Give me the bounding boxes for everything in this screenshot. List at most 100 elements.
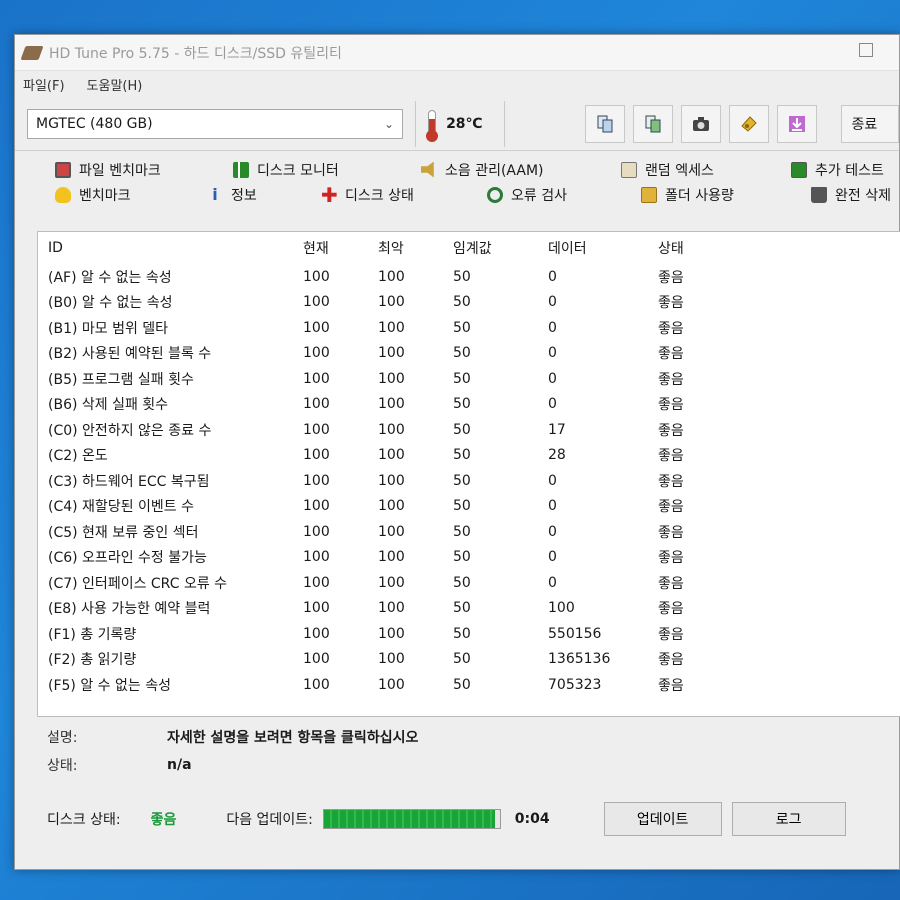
- attr-threshold: 50: [453, 549, 471, 566]
- attr-data: 0: [548, 523, 557, 540]
- status-label: 상태:: [47, 758, 78, 774]
- attr-data: 0: [548, 472, 557, 489]
- attr-current: 100: [303, 625, 330, 642]
- attr-threshold: 50: [453, 574, 471, 591]
- attr-current: 100: [303, 396, 330, 413]
- tab-disk-health[interactable]: ✚ 디스크 상태: [321, 185, 414, 205]
- tab-info[interactable]: i 정보: [207, 185, 257, 205]
- attr-id: (C4) 재할당된 이벤트 수: [48, 499, 194, 516]
- table-row[interactable]: (B6) 삭제 실패 횟수 100 100 50 0 좋음: [38, 392, 718, 418]
- smart-rows: (AF) 알 수 없는 속성 100 100 50 0 좋음 (B0) 알 수 없는 속성 1…: [38, 264, 718, 698]
- update-button[interactable]: 업데이트: [603, 802, 722, 836]
- attr-current: 100: [303, 447, 330, 464]
- file-benchmark-icon: [55, 161, 71, 178]
- drive-selected-value: MGTEC (480 GB): [36, 115, 153, 132]
- info-icon: i: [212, 184, 218, 204]
- attr-id: (B0) 알 수 없는 속성: [48, 295, 173, 312]
- attr-current: 100: [303, 574, 330, 591]
- attr-id: (B2) 사용된 예약된 블록 수: [48, 346, 212, 363]
- random-access-icon: [621, 161, 637, 178]
- header-worst[interactable]: 최악: [368, 232, 443, 264]
- header-status[interactable]: 상태: [648, 232, 718, 264]
- tab-extra-tests[interactable]: 추가 테스트: [791, 160, 884, 180]
- table-row[interactable]: (F1) 총 기록량 100 100 50 550156 좋음: [38, 621, 718, 647]
- tab-random-access[interactable]: 랜덤 엑세스: [621, 160, 714, 180]
- copy-icon[interactable]: [584, 104, 625, 143]
- header-id[interactable]: ID: [38, 232, 293, 264]
- table-row[interactable]: (B2) 사용된 예약된 블록 수 100 100 50 0 좋음: [38, 341, 718, 367]
- attr-id: (F2) 총 읽기량: [48, 652, 137, 669]
- table-row[interactable]: (C4) 재할당된 이벤트 수 100 100 50 0 좋음: [38, 494, 718, 520]
- attr-current: 100: [303, 370, 330, 387]
- maximize-button[interactable]: [859, 43, 873, 57]
- status-value: n/a: [167, 757, 192, 773]
- window-title: HD Tune Pro 5.75 - 하드 디스크/SSD 유틸리티: [49, 45, 342, 62]
- attr-status: 좋음: [658, 269, 684, 286]
- tab-aam[interactable]: 소음 관리(AAM): [421, 160, 544, 180]
- table-row[interactable]: (F5) 알 수 없는 속성 100 100 50 705323 좋음: [38, 672, 718, 698]
- drive-dropdown[interactable]: MGTEC (480 GB) ⌄: [27, 108, 404, 139]
- camera-icon[interactable]: [680, 104, 721, 143]
- tab-benchmark[interactable]: 벤치마크: [55, 185, 131, 205]
- attr-threshold: 50: [453, 447, 471, 464]
- table-row[interactable]: (B1) 마모 범위 델타 100 100 50 0 좋음: [38, 315, 718, 341]
- tab-disk-monitor[interactable]: 디스크 모니터: [233, 160, 339, 180]
- attr-worst: 100: [378, 294, 405, 311]
- attr-data: 0: [548, 319, 557, 336]
- exit-button[interactable]: 종료: [840, 104, 899, 143]
- chevron-down-icon: ⌄: [384, 116, 395, 131]
- tab-row-2: 벤치마크 i 정보 ✚ 디스크 상태 오류 검사 폴더 사용량 완전 삭제: [55, 182, 899, 207]
- header-data[interactable]: 데이터: [538, 232, 648, 264]
- table-row[interactable]: (C6) 오프라인 수정 불가능 100 100 50 0 좋음: [38, 545, 718, 571]
- menu-bar: 파일(F) 도움말(H): [15, 71, 899, 97]
- table-row[interactable]: (C0) 안전하지 않은 종료 수 100 100 50 17 좋음: [38, 417, 718, 443]
- attr-id: (B6) 삭제 실패 횟수: [48, 397, 169, 414]
- attr-current: 100: [303, 294, 330, 311]
- temperature-value: 28℃: [446, 115, 483, 132]
- table-row[interactable]: (C3) 하드웨어 ECC 복구됨 100 100 50 0 좋음: [38, 468, 718, 494]
- table-row[interactable]: (E8) 사용 가능한 예약 블럭 100 100 50 100 좋음: [38, 596, 718, 622]
- attr-data: 0: [548, 294, 557, 311]
- attr-status: 좋음: [658, 295, 684, 312]
- attr-id: (F5) 알 수 없는 속성: [48, 677, 171, 694]
- attr-status: 좋음: [658, 550, 684, 567]
- tab-folder-usage[interactable]: 폴더 사용량: [641, 185, 734, 205]
- attr-current: 100: [303, 268, 330, 285]
- attr-status: 좋음: [658, 397, 684, 414]
- tab-file-benchmark[interactable]: 파일 벤치마크: [55, 160, 161, 180]
- table-row[interactable]: (C2) 온도 100 100 50 28 좋음: [38, 443, 718, 469]
- toolbar-icon-buttons: [584, 104, 817, 143]
- title-bar[interactable]: HD Tune Pro 5.75 - 하드 디스크/SSD 유틸리티: [15, 35, 899, 71]
- copy-screenshot-icon[interactable]: [632, 104, 673, 143]
- header-threshold[interactable]: 임계값: [443, 232, 538, 264]
- attr-status: 좋음: [658, 601, 684, 618]
- attr-worst: 100: [378, 625, 405, 642]
- folder-icon: [641, 186, 657, 203]
- options-icon[interactable]: [728, 104, 769, 143]
- attr-current: 100: [303, 345, 330, 362]
- log-button[interactable]: 로그: [731, 802, 846, 836]
- attr-id: (E8) 사용 가능한 예약 블럭: [48, 601, 211, 618]
- table-row[interactable]: (C5) 현재 보류 중인 섹터 100 100 50 0 좋음: [38, 519, 718, 545]
- attr-data: 1365136: [548, 651, 611, 668]
- extra-tests-icon: [791, 161, 807, 178]
- tab-error-scan[interactable]: 오류 검사: [487, 185, 567, 205]
- attr-data: 0: [548, 396, 557, 413]
- table-row[interactable]: (B0) 알 수 없는 속성 100 100 50 0 좋음: [38, 290, 718, 316]
- table-row[interactable]: (B5) 프로그램 실패 횟수 100 100 50 0 좋음: [38, 366, 718, 392]
- attr-threshold: 50: [453, 625, 471, 642]
- tab-erase[interactable]: 완전 삭제: [811, 185, 891, 205]
- header-current[interactable]: 현재: [293, 232, 368, 264]
- attr-data: 705323: [548, 676, 602, 693]
- attr-worst: 100: [378, 447, 405, 464]
- table-row[interactable]: (AF) 알 수 없는 속성 100 100 50 0 좋음: [38, 264, 718, 290]
- health-cross-icon: ✚: [321, 182, 338, 207]
- download-icon[interactable]: [776, 104, 817, 143]
- menu-file[interactable]: 파일(F): [23, 75, 65, 94]
- menu-help[interactable]: 도움말(H): [87, 75, 143, 94]
- attr-current: 100: [303, 319, 330, 336]
- table-row[interactable]: (F2) 총 읽기량 100 100 50 1365136 좋음: [38, 647, 718, 673]
- smart-panel: ID 현재 최악 임계값 데이터 상태 (AF) 알 수 없는 속성 100 100…: [37, 231, 900, 717]
- attr-worst: 100: [378, 600, 405, 617]
- table-row[interactable]: (C7) 인터페이스 CRC 오류 수 100 100 50 0 좋음: [38, 570, 718, 596]
